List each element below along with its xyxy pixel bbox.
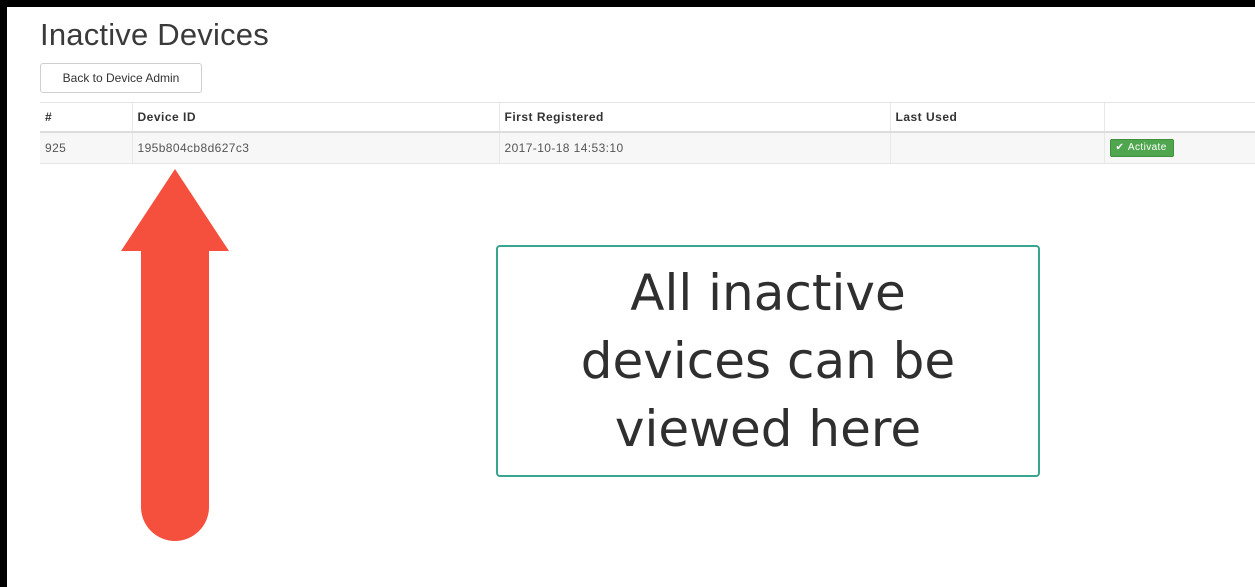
page-title: Inactive Devices	[40, 17, 269, 52]
cell-actions: ✔ Activate	[1103, 132, 1255, 164]
column-header-number[interactable]: #	[40, 102, 132, 133]
column-header-first-registered[interactable]: First Registered	[498, 102, 890, 133]
annotation-callout: All inactive devices can be viewed here	[496, 245, 1040, 477]
column-header-actions	[1103, 102, 1255, 133]
check-icon: ✔	[1115, 142, 1125, 153]
column-header-device-id[interactable]: Device ID	[131, 102, 499, 133]
cell-device-id: 195b804cb8d627c3	[131, 132, 499, 164]
activate-button[interactable]: ✔ Activate	[1109, 139, 1174, 157]
inactive-devices-table: # Device ID First Registered Last Used 9…	[40, 102, 1255, 164]
table-header-row: # Device ID First Registered Last Used	[40, 102, 1255, 133]
column-header-last-used[interactable]: Last Used	[889, 102, 1104, 133]
red-arrow-up-icon	[121, 169, 229, 541]
activate-button-label: Activate	[1127, 142, 1167, 153]
cell-last-used	[889, 132, 1104, 164]
table-row: 925 195b804cb8d627c3 2017-10-18 14:53:10…	[40, 132, 1255, 164]
callout-text: All inactive devices can be viewed here	[580, 264, 956, 458]
cell-number: 925	[40, 132, 132, 164]
screenshot-frame: Inactive Devices Back to Device Admin # …	[7, 7, 1255, 587]
back-to-device-admin-button[interactable]: Back to Device Admin	[40, 63, 202, 93]
cell-first-registered: 2017-10-18 14:53:10	[498, 132, 890, 164]
